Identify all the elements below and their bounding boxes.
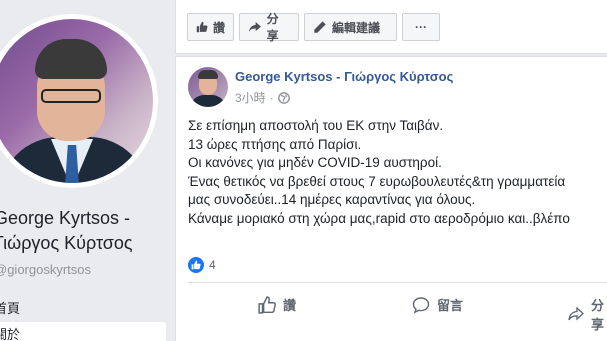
page-share-label: 分享 [266,12,279,43]
post-comment-label: 留言 [437,298,464,313]
reaction-count: 4 [209,258,216,272]
action-divider [188,282,607,283]
post-share-label: 分享 [590,298,604,332]
page-handle[interactable]: @giorgoskyrtsos [0,262,91,277]
post-like-button[interactable]: 讚 [258,295,296,314]
post-line: Οι κανόνες για μηδέν COVID-19 αυστηροί. [188,155,442,171]
post-body: Σε επίσημη αποστολή του ΕΚ στην Ταιβάν. … [188,117,607,229]
post-card: George Kyrtsos - Γιώργος Κύρτσος 3小時 · Σ… [175,56,607,341]
post-line: Κάναμε μοριακό στη χώρα μας,rapid στο αε… [188,210,570,226]
page-like-label: 讚 [212,20,225,35]
like-reaction-icon [188,257,204,273]
more-options-label: ··· [415,20,427,34]
post-line: μας συνοδεύει..14 ημέρες καραντίνας για … [188,192,476,208]
share-arrow-icon [568,306,584,321]
post-like-label: 讚 [283,298,297,313]
profile-photo [0,19,153,183]
nav-item-about[interactable]: 關於 [0,322,166,341]
post-comment-button[interactable]: 留言 [412,295,463,314]
post-author[interactable]: George Kyrtsos - Γιώργος Κύρτσος [235,69,453,84]
page-sidebar: George Kyrtsos - Γιώργος Κύρτσος @giorgo… [0,0,168,341]
author-avatar[interactable] [188,67,228,107]
globe-icon[interactable] [277,91,290,104]
suggest-edit-label: 編輯建議 [332,20,381,35]
page-nav: 首頁 關於 [0,296,166,341]
thumbs-up-icon [258,295,276,314]
profile-picture[interactable] [0,14,158,188]
suggest-edit-button[interactable]: 編輯建議 [304,13,397,41]
page-share-button[interactable]: 分享 [239,12,299,43]
nav-item-home[interactable]: 首頁 [0,296,166,322]
post-share-button[interactable]: 分享 [568,295,607,333]
post-line: Ένας θετικός να βρεθεί στους 7 ευρωβουλε… [188,173,566,189]
page-name[interactable]: George Kyrtsos - Γιώργος Κύρτσος [0,206,174,256]
comment-icon [412,296,430,314]
share-arrow-icon [248,21,261,33]
page-action-bar: 讚 分享 編輯建議 ··· [175,0,607,54]
post-timestamp[interactable]: 3小時 [235,89,266,106]
pencil-icon [314,21,326,33]
more-options-button[interactable]: ··· [402,13,440,41]
post-line: Σε επίσημη αποστολή του ΕΚ στην Ταιβάν. [188,118,444,133]
post-line: 13 ώρες πτήσης από Παρίσι. [188,136,362,152]
reaction-summary[interactable]: 4 [188,257,216,273]
post-meta: 3小時 · [235,89,290,106]
thumbs-up-icon [196,21,208,33]
page-like-button[interactable]: 讚 [187,13,234,41]
